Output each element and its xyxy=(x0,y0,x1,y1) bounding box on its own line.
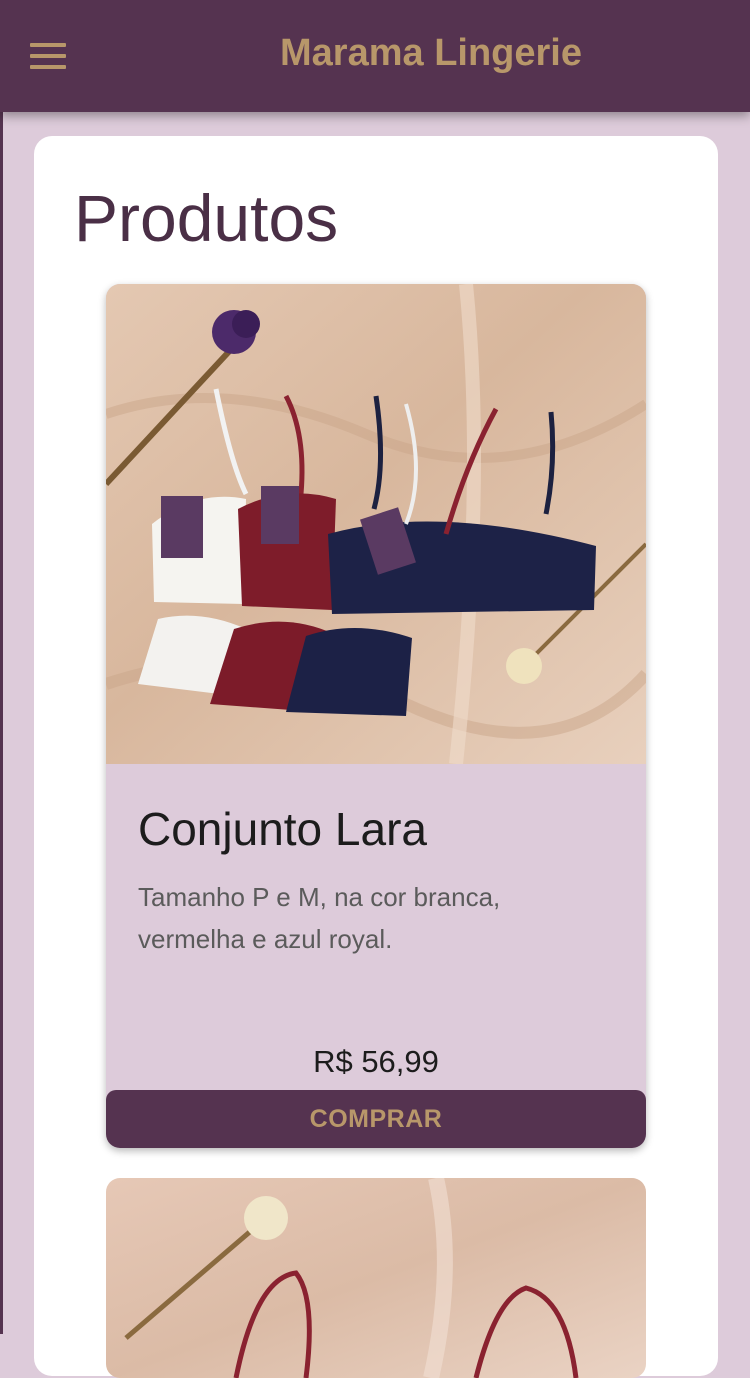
product-photo[interactable] xyxy=(106,1178,646,1378)
product-photo-image xyxy=(106,284,646,764)
product-description: Tamanho P e M, na cor branca, vermelha e… xyxy=(138,882,501,954)
product-card: Conjunto Lara Tamanho P e M, na cor bran… xyxy=(106,284,646,1148)
product-price: R$ 56,99 xyxy=(313,1044,439,1079)
page-title: Produtos xyxy=(74,181,339,255)
product-name: Conjunto Lara xyxy=(138,803,427,855)
product-card xyxy=(106,1178,646,1378)
product-photo[interactable] xyxy=(106,284,646,764)
app-bar: Marama Lingerie xyxy=(0,0,750,112)
drawer-edge xyxy=(0,112,3,1334)
app-title: Marama Lingerie xyxy=(280,32,582,74)
buy-button[interactable]: COMPRAR xyxy=(106,1090,646,1148)
